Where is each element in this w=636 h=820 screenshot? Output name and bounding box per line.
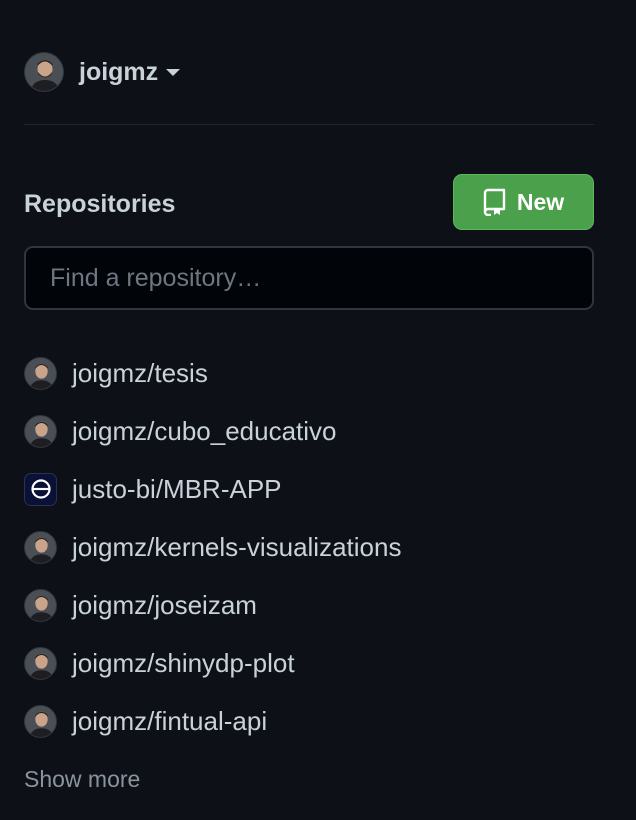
user-avatar-icon [24, 356, 57, 390]
dashboard-sidebar: joigmz Repositories New joigmz/tesis [24, 0, 594, 820]
chevron-down-icon [166, 68, 181, 76]
repository-item[interactable]: joigmz/fintual-api [24, 692, 401, 750]
repository-item[interactable]: joigmz/cubo_educativo [24, 402, 401, 460]
user-avatar-icon [24, 704, 57, 738]
new-button-label: New [516, 188, 565, 215]
account-switcher[interactable]: joigmz [24, 51, 181, 93]
find-repository-input[interactable] [24, 246, 594, 310]
repository-list: joigmz/tesis joigmz/cubo_educativo justo… [24, 344, 401, 750]
repository-link[interactable]: joigmz/fintual-api [72, 706, 267, 737]
repository-link[interactable]: joigmz/cubo_educativo [72, 416, 337, 447]
user-avatar-icon [24, 414, 57, 448]
repository-link[interactable]: joigmz/kernels-visualizations [72, 532, 401, 563]
repository-link[interactable]: joigmz/shinydp-plot [72, 648, 295, 679]
repository-link[interactable]: joigmz/joseizam [72, 590, 257, 621]
divider [24, 124, 594, 125]
repository-item[interactable]: joigmz/joseizam [24, 576, 401, 634]
show-more-link[interactable]: Show more [24, 766, 140, 793]
organization-logo-icon [24, 472, 57, 506]
repositories-header: Repositories New [24, 174, 594, 230]
user-avatar-icon [24, 646, 57, 680]
user-avatar-icon [24, 530, 57, 564]
user-avatar-icon [24, 588, 57, 622]
repository-item[interactable]: justo-bi/MBR-APP [24, 460, 401, 518]
repository-link[interactable]: justo-bi/MBR-APP [72, 474, 282, 505]
user-avatar-icon [24, 52, 64, 92]
repository-item[interactable]: joigmz/shinydp-plot [24, 634, 401, 692]
repo-icon [483, 188, 507, 216]
repository-item[interactable]: joigmz/kernels-visualizations [24, 518, 401, 576]
account-username: joigmz [79, 57, 159, 86]
repository-item[interactable]: joigmz/tesis [24, 344, 401, 402]
repositories-title: Repositories [24, 190, 176, 218]
new-repository-button[interactable]: New [453, 174, 594, 230]
repository-link[interactable]: joigmz/tesis [72, 358, 208, 389]
